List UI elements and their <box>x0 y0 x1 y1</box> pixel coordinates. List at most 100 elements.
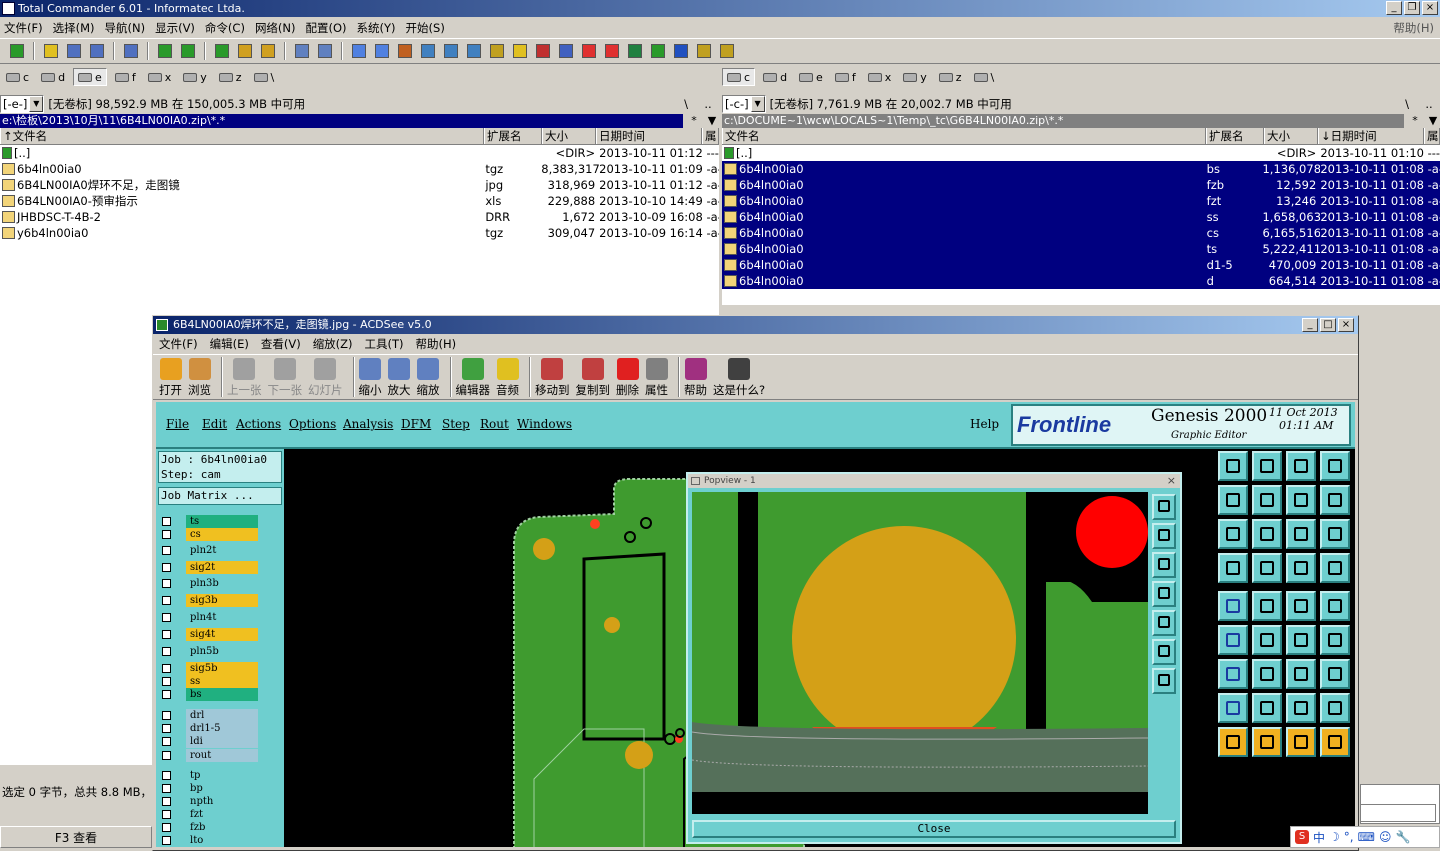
left-drive-combo[interactable]: [-e-] ▼ <box>0 95 45 113</box>
popview-tool-button[interactable] <box>1152 552 1176 578</box>
file-row[interactable]: 6b4ln00ia0 cs 6,165,516 2013-10-11 01:08 -a… <box>722 225 1440 241</box>
zip-icon-button[interactable] <box>716 41 738 61</box>
arc2-tool-button[interactable] <box>1320 591 1350 621</box>
right-drive-button-3[interactable]: f <box>831 68 860 86</box>
layer-checkbox[interactable] <box>162 724 171 733</box>
acdsee-menu-item[interactable]: 查看(V) <box>261 337 301 351</box>
acdsee-menu-item[interactable]: 帮助(H) <box>416 337 457 351</box>
layer-checkbox[interactable] <box>162 613 171 622</box>
word2-icon-button[interactable] <box>670 41 692 61</box>
coin-icon-button[interactable] <box>486 41 508 61</box>
tc-menu-item[interactable]: 网络(N) <box>255 21 296 35</box>
popview-tool-button[interactable] <box>1152 581 1176 607</box>
pdf-icon-button[interactable] <box>578 41 600 61</box>
right-column-header-1[interactable]: 扩展名 <box>1206 128 1264 144</box>
genesis-menu-item[interactable]: Options <box>289 417 336 431</box>
pdf2-icon-button[interactable] <box>601 41 623 61</box>
zoom-out-button[interactable]: 缩小 <box>359 355 382 398</box>
left-column-header-4[interactable]: 属 <box>702 128 719 144</box>
next-image-button[interactable]: 下一张 <box>268 355 302 398</box>
area-tool-button[interactable] <box>1286 693 1316 723</box>
circle-tool-button[interactable] <box>1320 553 1350 583</box>
layer-row[interactable]: bp <box>158 782 258 795</box>
right-drive-button-2[interactable]: e <box>795 68 827 86</box>
tc-menu-item[interactable]: 系统(Y) <box>357 21 396 35</box>
right-root-button[interactable]: \ <box>1396 97 1418 111</box>
full-view-icon-button[interactable] <box>86 41 108 61</box>
job-matrix-button[interactable]: Job Matrix ... <box>158 487 282 505</box>
popview-close-button[interactable]: Close <box>692 820 1176 838</box>
layer-checkbox[interactable] <box>162 517 171 526</box>
layer-checkbox[interactable] <box>162 751 171 760</box>
measure-tool-button[interactable] <box>1286 519 1316 549</box>
right-column-header-2[interactable]: 大小 <box>1264 128 1318 144</box>
left-up-button[interactable]: .. <box>697 97 719 111</box>
editor-button[interactable]: 编辑器 <box>456 355 490 398</box>
file-row[interactable]: 6b4ln00ia0 fzt 13,246 2013-10-11 01:08 -a- <box>722 193 1440 209</box>
layer-row[interactable]: lto <box>158 834 258 847</box>
forward-icon-button[interactable] <box>211 41 233 61</box>
file-row[interactable]: [..] <DIR> 2013-10-11 01:10 ---- <box>722 145 1440 161</box>
group-tool-button[interactable] <box>1320 659 1350 689</box>
select-tool-button[interactable] <box>1252 727 1282 757</box>
right-column-header-4[interactable]: 属 <box>1424 128 1440 144</box>
zoom-window-tool-button[interactable] <box>1218 451 1248 481</box>
popview-tool-button[interactable] <box>1152 610 1176 636</box>
move-tool-button[interactable] <box>1320 727 1350 757</box>
genesis-menu-item[interactable]: Analysis <box>343 417 393 431</box>
file-row[interactable]: 6B4LN00IA0-预审指示 xls 229,888 2013-10-10 14:4… <box>0 193 719 209</box>
zoom-home-tool-button[interactable] <box>1252 451 1282 481</box>
layer-checkbox[interactable] <box>162 563 171 572</box>
layer-row[interactable]: pln3b <box>158 577 258 590</box>
left-drive-button-0[interactable]: c <box>2 68 33 86</box>
size-tool-button[interactable] <box>1286 659 1316 689</box>
layer-checkbox[interactable] <box>162 677 171 686</box>
file-row[interactable]: 6B4LN00IA0焊环不足，走图镜 jpg 318,969 2013-10-11 0… <box>0 177 719 193</box>
swap-icon-button[interactable] <box>154 41 176 61</box>
url-icon-button[interactable] <box>371 41 393 61</box>
layer-row[interactable]: fzt <box>158 808 258 821</box>
layer-row[interactable]: ss <box>158 675 258 688</box>
file-row[interactable]: [..] <DIR> 2013-10-11 01:12 ---- <box>0 145 719 161</box>
grid-tool-button[interactable] <box>1252 519 1282 549</box>
help-book-button[interactable]: 帮助 <box>684 355 707 398</box>
genesis-help-menu[interactable]: Help <box>970 417 999 431</box>
copy-to-button[interactable]: 复制到 <box>576 355 610 398</box>
close-button[interactable]: × <box>1422 1 1438 15</box>
genesis-menu-item[interactable]: File <box>166 417 189 431</box>
pad-tool-button[interactable] <box>1218 553 1248 583</box>
minus-tool-button[interactable] <box>1252 659 1282 689</box>
restore-button[interactable]: ❐ <box>1404 1 1420 15</box>
arc-tool-button[interactable] <box>1286 591 1316 621</box>
layer-checkbox[interactable] <box>162 690 171 699</box>
layer-checkbox[interactable] <box>162 823 171 832</box>
layer-row[interactable]: drl <box>158 709 258 722</box>
popview-tool-button[interactable] <box>1152 494 1176 520</box>
layer-checkbox[interactable] <box>162 546 171 555</box>
file-row[interactable]: 6b4ln00ia0 d1-5 470,009 2013-10-11 01:08 -a… <box>722 257 1440 273</box>
fit-tool-button[interactable] <box>1286 451 1316 481</box>
close-icon[interactable]: × <box>1167 474 1176 488</box>
query-tool-button[interactable] <box>1320 485 1350 515</box>
layer-row[interactable]: sig2t <box>158 561 258 574</box>
layer-checkbox[interactable] <box>162 737 171 746</box>
wrench-icon[interactable]: 🔧 <box>1395 830 1410 844</box>
left-drive-button-5[interactable]: y <box>179 68 211 86</box>
left-hotlist-button[interactable]: ▼ <box>705 114 719 128</box>
right-history-button[interactable]: * <box>1404 114 1426 128</box>
angle-tool-button[interactable] <box>1218 625 1248 655</box>
layer-row[interactable]: sig5b <box>158 662 258 675</box>
close-button[interactable]: × <box>1338 318 1354 332</box>
left-column-header-1[interactable]: 扩展名 <box>484 128 542 144</box>
unpack-icon-button[interactable] <box>257 41 279 61</box>
right-drive-button-5[interactable]: y <box>899 68 931 86</box>
edit-tool-button[interactable] <box>1286 727 1316 757</box>
right-hotlist-button[interactable]: ▼ <box>1426 114 1440 128</box>
tc-menu-item[interactable]: 文件(F) <box>4 21 43 35</box>
layer-row[interactable]: rout <box>158 749 258 762</box>
feature-tool-button[interactable] <box>1218 659 1248 689</box>
mirror-tool-button[interactable] <box>1320 625 1350 655</box>
area2-tool-button[interactable] <box>1320 693 1350 723</box>
zoom-12-tool-button[interactable] <box>1286 485 1316 515</box>
layer-checkbox[interactable] <box>162 797 171 806</box>
